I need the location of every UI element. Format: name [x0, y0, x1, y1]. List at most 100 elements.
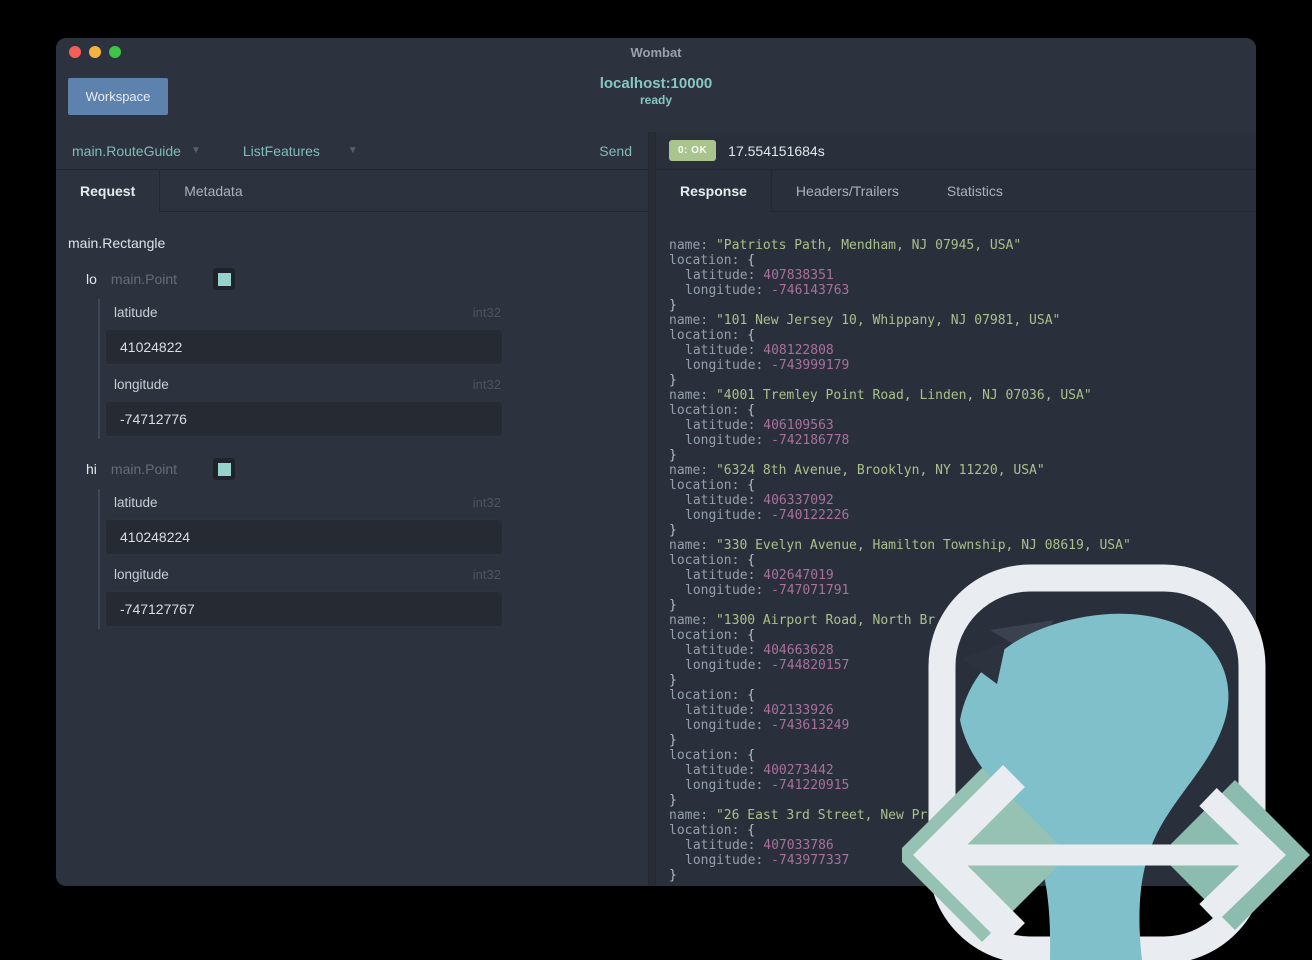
- request-form: main.Rectangle lo main.Point latitude in…: [56, 212, 648, 886]
- response-line: latitude: 402133926: [685, 703, 834, 718]
- latitude-input[interactable]: [105, 329, 503, 365]
- response-line: location: {: [669, 823, 756, 838]
- response-line: name: "26 East 3rd Street, New Pr: [669, 808, 928, 823]
- response-line: longitude: -746143763: [685, 283, 850, 298]
- checkbox-check-icon: [217, 462, 231, 476]
- tab-statistics[interactable]: Statistics: [923, 170, 1027, 211]
- tab-response[interactable]: Response: [656, 170, 772, 212]
- response-line: location: {: [669, 478, 756, 493]
- field-enable-checkbox[interactable]: [213, 268, 236, 290]
- field-name: lo: [86, 271, 97, 287]
- response-line: }: [669, 598, 677, 613]
- response-tabbar: Response Headers/Trailers Statistics: [656, 170, 1256, 212]
- response-line: }: [669, 673, 677, 688]
- method-selector-label: ListFeatures: [242, 142, 320, 159]
- longitude-input[interactable]: [105, 401, 503, 437]
- response-line: latitude: 400273442: [685, 763, 834, 778]
- response-line: name: "101 New Jersey 10, Whippany, NJ 0…: [669, 313, 1061, 328]
- response-line: name: "6324 8th Avenue, Brooklyn, NY 112…: [669, 463, 1045, 478]
- response-line: longitude: -744820157: [685, 658, 850, 673]
- field-label-row: longitude int32: [105, 567, 503, 582]
- response-line: location: {: [669, 403, 756, 418]
- response-line: latitude: 407033786: [685, 838, 834, 853]
- response-body[interactable]: name: "Patriots Path, Mendham, NJ 07945,…: [656, 212, 1256, 886]
- field-type-hint: int32: [472, 377, 501, 392]
- response-line: }: [669, 523, 677, 538]
- tab-metadata[interactable]: Metadata: [160, 170, 266, 211]
- field-label: longitude: [114, 567, 169, 582]
- field-type-hint: int32: [472, 495, 501, 510]
- service-selector-label: main.RouteGuide: [72, 142, 181, 159]
- response-line: }: [669, 793, 677, 808]
- connection-state: ready: [639, 93, 673, 107]
- chevron-down-icon: ▼: [190, 145, 201, 156]
- response-line: location: {: [669, 748, 756, 763]
- latitude-input[interactable]: [105, 519, 503, 555]
- field-type: main.Point: [110, 461, 178, 477]
- field-type: main.Point: [110, 271, 178, 287]
- response-statusbar: 0: OK 17.554151684s: [656, 132, 1256, 170]
- server-address: localhost:10000: [599, 75, 713, 92]
- response-line: longitude: -740122226: [685, 508, 850, 523]
- response-line: name: "330 Evelyn Avenue, Hamilton Towns…: [669, 538, 1131, 553]
- connection-status: localhost:10000 ready: [56, 75, 1256, 107]
- field-name: hi: [86, 461, 97, 477]
- field-enable-checkbox[interactable]: [213, 458, 236, 480]
- message-type-label: main.Rectangle: [68, 235, 166, 251]
- checkbox-check-icon: [217, 272, 231, 286]
- response-line: latitude: 406337092: [685, 493, 834, 508]
- response-line: location: {: [669, 688, 756, 703]
- field-type-hint: int32: [472, 305, 501, 320]
- main-split: main.RouteGuide ▼ ListFeatures ▼ Send Re…: [56, 132, 1256, 886]
- service-selector[interactable]: main.RouteGuide ▼: [72, 143, 201, 159]
- response-line: latitude: 406109563: [685, 418, 834, 433]
- response-line: }: [669, 298, 677, 313]
- response-line: }: [669, 373, 677, 388]
- status-badge: 0: OK: [669, 140, 717, 161]
- app-window: Wombat Workspace localhost:10000 ready m…: [56, 38, 1256, 886]
- response-line: longitude: -747071791: [685, 583, 850, 598]
- response-line: latitude: 408122808: [685, 343, 834, 358]
- response-line: latitude: 407838351: [685, 268, 834, 283]
- response-line: latitude: 404663628: [685, 643, 834, 658]
- longitude-input[interactable]: [105, 591, 503, 627]
- response-line: location: {: [669, 328, 756, 343]
- response-line: location: {: [669, 253, 756, 268]
- field-label-row: longitude int32: [105, 377, 503, 392]
- request-panel: main.RouteGuide ▼ ListFeatures ▼ Send Re…: [56, 132, 648, 886]
- response-line: location: {: [669, 553, 756, 568]
- field-label-row: latitude int32: [105, 305, 503, 320]
- response-line: longitude: -742186778: [685, 433, 850, 448]
- field-head: hi main.Point: [86, 458, 648, 480]
- response-line: longitude: -743977337: [685, 853, 850, 868]
- request-actionbar: main.RouteGuide ▼ ListFeatures ▼ Send: [56, 132, 648, 170]
- panel-divider[interactable]: [648, 132, 656, 886]
- nested-fields: latitude int32 longitude int32: [98, 489, 648, 629]
- tab-request[interactable]: Request: [56, 170, 161, 212]
- response-line: longitude: -743999179: [685, 358, 850, 373]
- header: Workspace localhost:10000 ready: [56, 66, 1256, 132]
- response-line: longitude: -743613249: [685, 718, 850, 733]
- method-selector[interactable]: ListFeatures ▼: [243, 143, 358, 159]
- field-label: latitude: [114, 495, 158, 510]
- response-line: }: [669, 448, 677, 463]
- duration-label: 17.554151684s: [728, 142, 825, 159]
- response-line: longitude: -741220915: [685, 778, 850, 793]
- response-line: name: "4001 Tremley Point Road, Linden, …: [669, 388, 1092, 403]
- nested-fields: latitude int32 longitude int32: [98, 299, 648, 439]
- field-type-hint: int32: [472, 567, 501, 582]
- response-line: latitude: 402647019: [685, 568, 834, 583]
- response-line: name: "Patriots Path, Mendham, NJ 07945,…: [669, 238, 1022, 253]
- chevron-down-icon: ▼: [347, 145, 358, 156]
- field-block-hi: hi main.Point latitude int32 longitude i…: [68, 458, 648, 629]
- send-button[interactable]: Send: [599, 143, 632, 159]
- response-line: }: [669, 733, 677, 748]
- response-line: name:: [669, 883, 1256, 886]
- response-line: name: "1300 Airport Road, North Br: [669, 613, 936, 628]
- request-tabbar: Request Metadata: [56, 170, 648, 212]
- field-label: longitude: [114, 377, 169, 392]
- tab-headers-trailers[interactable]: Headers/Trailers: [772, 170, 923, 211]
- field-block-lo: lo main.Point latitude int32 longitude i…: [68, 268, 648, 439]
- field-label-row: latitude int32: [105, 495, 503, 510]
- titlebar: Wombat: [56, 38, 1256, 66]
